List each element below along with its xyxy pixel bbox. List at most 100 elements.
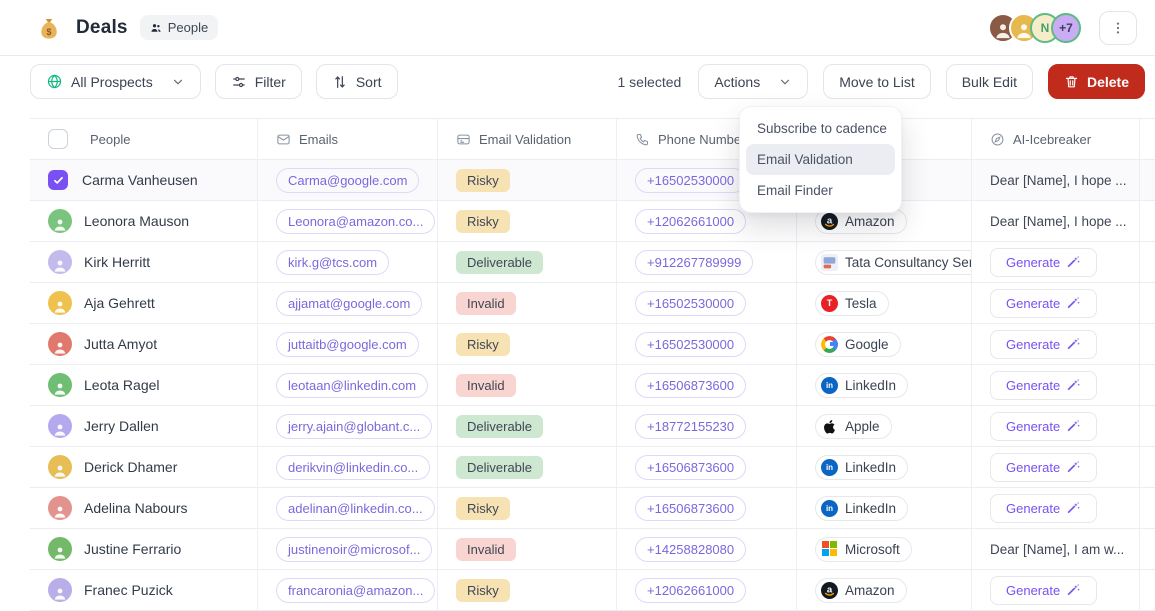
company-cell: inLinkedIn <box>797 488 972 528</box>
table-row[interactable]: Franec Puzickfrancaronia@amazon...Risky+… <box>30 570 1155 611</box>
generate-label: Generate <box>1006 501 1060 516</box>
generate-icebreaker-button[interactable]: Generate <box>990 453 1097 482</box>
email-pill[interactable]: Carma@google.com <box>276 168 419 193</box>
prospects-table: PeopleEmailsEmail ValidationPhone Number… <box>30 118 1155 611</box>
sort-button[interactable]: Sort <box>316 64 398 99</box>
validation-badge: Invalid <box>456 374 516 397</box>
generate-label: Generate <box>1006 419 1060 434</box>
generate-icebreaker-button[interactable]: Generate <box>990 494 1097 523</box>
phone-pill[interactable]: +16502530000 <box>635 332 746 357</box>
email-pill[interactable]: adelinan@linkedin.co... <box>276 496 435 521</box>
company-pill[interactable]: Tata Consultancy Services <box>815 250 972 275</box>
phone-cell: +14258828080 <box>617 529 797 569</box>
icebreaker-cell: Generate <box>972 570 1140 610</box>
email-pill[interactable]: francaronia@amazon... <box>276 578 435 603</box>
email-pill[interactable]: ajjamat@google.com <box>276 291 422 316</box>
table-row[interactable]: Jutta Amyotjuttaitb@google.comRisky+1650… <box>30 324 1155 365</box>
phone-pill[interactable]: +12062661000 <box>635 209 746 234</box>
google-logo-icon <box>821 336 838 353</box>
phone-pill[interactable]: +16506873600 <box>635 373 746 398</box>
phone-pill[interactable]: +14258828080 <box>635 537 746 562</box>
actions-dropdown-menu: Subscribe to cadenceEmail ValidationEmai… <box>739 106 902 213</box>
company-cell: Apple <box>797 406 972 446</box>
company-pill[interactable]: inLinkedIn <box>815 496 908 521</box>
company-pill[interactable]: inLinkedIn <box>815 373 908 398</box>
table-row[interactable]: Carma VanheusenCarma@google.comRisky+165… <box>30 160 1155 201</box>
icebreaker-text: Dear [Name], I am w... <box>990 542 1124 557</box>
email-pill[interactable]: justinenoir@microsof... <box>276 537 432 562</box>
user-avatar[interactable]: +7 <box>1051 13 1081 43</box>
company-pill[interactable]: aAmazon <box>815 578 907 603</box>
table-row[interactable]: Kirk Herrittkirk.g@tcs.comDeliverable+91… <box>30 242 1155 283</box>
table-row[interactable]: Derick Dhamer derikvin@linkedin.co... Deli… <box>30 447 1155 488</box>
generate-icebreaker-button[interactable]: Generate <box>990 412 1097 441</box>
company-pill[interactable]: inLinkedIn <box>815 455 908 480</box>
bulk-edit-button[interactable]: Bulk Edit <box>946 64 1033 99</box>
generate-icebreaker-button[interactable]: Generate <box>990 371 1097 400</box>
phone-pill[interactable]: +18772155230 <box>635 414 746 439</box>
generate-icebreaker-button[interactable]: Generate <box>990 576 1097 605</box>
email-cell: justinenoir@microsof... <box>258 529 438 569</box>
menu-item-email-validation[interactable]: Email Validation <box>746 144 895 175</box>
select-all-checkbox[interactable] <box>48 129 68 149</box>
phone-pill[interactable]: +16502530000 <box>635 168 746 193</box>
delete-button[interactable]: Delete <box>1048 64 1145 99</box>
globe-icon <box>46 73 63 90</box>
validation-cell: Risky <box>438 201 617 241</box>
company-pill[interactable]: Microsoft <box>815 537 912 562</box>
table-row[interactable]: Aja Gehrettajjamat@google.comInvalid+165… <box>30 283 1155 324</box>
generate-icebreaker-button[interactable]: Generate <box>990 248 1097 277</box>
people-cell: Leota Ragel <box>30 365 258 405</box>
move-to-list-button[interactable]: Move to List <box>823 64 930 99</box>
column-header-email-validation[interactable]: Email Validation <box>438 119 617 159</box>
email-cell: adelinan@linkedin.co... <box>258 488 438 528</box>
magic-wand-icon <box>1067 337 1081 351</box>
phone-pill[interactable]: +16506873600 <box>635 455 746 480</box>
email-cell: juttaitb@google.com <box>258 324 438 364</box>
people-cell: Derick Dhamer <box>30 447 258 487</box>
phone-pill[interactable]: +16502530000 <box>635 291 746 316</box>
view-selector-button[interactable]: All Prospects <box>30 64 201 99</box>
email-pill[interactable]: juttaitb@google.com <box>276 332 419 357</box>
validation-badge: Deliverable <box>456 456 543 479</box>
table-row[interactable]: Jerry Dallenjerry.ajain@globant.c...Deli… <box>30 406 1155 447</box>
company-cell: inLinkedIn <box>797 447 972 487</box>
menu-item-email-finder[interactable]: Email Finder <box>746 175 895 206</box>
company-pill[interactable]: Apple <box>815 414 892 439</box>
magic-wand-icon <box>1067 501 1081 515</box>
toolbar-right: 1 selected Actions Move to List Bulk Edi… <box>617 64 1145 99</box>
table-row[interactable]: Adelina Naboursadelinan@linkedin.co...Ri… <box>30 488 1155 529</box>
phone-pill[interactable]: +16506873600 <box>635 496 746 521</box>
column-header-people[interactable]: People <box>30 119 258 159</box>
email-pill[interactable]: jerry.ajain@globant.c... <box>276 414 432 439</box>
avatar <box>48 537 72 561</box>
email-pill[interactable]: Leonora@amazon.co... <box>276 209 435 234</box>
email-pill[interactable]: derikvin@linkedin.co... <box>276 455 430 480</box>
actions-button[interactable]: Actions <box>698 64 808 99</box>
email-pill[interactable]: leotaan@linkedin.com <box>276 373 428 398</box>
overflow-cell <box>1140 160 1155 200</box>
email-cell: kirk.g@tcs.com <box>258 242 438 282</box>
row-checkbox[interactable] <box>48 170 68 190</box>
generate-icebreaker-button[interactable]: Generate <box>990 289 1097 318</box>
table-row[interactable]: Leota Ragel leotaan@linkedin.com Invalid +1… <box>30 365 1155 406</box>
generate-icebreaker-button[interactable]: Generate <box>990 330 1097 359</box>
company-pill[interactable]: TTesla <box>815 291 889 316</box>
table-row[interactable]: Leonora MausonLeonora@amazon.co...Risky+… <box>30 201 1155 242</box>
people-cell: Jutta Amyot <box>30 324 258 364</box>
phone-pill[interactable]: +12062661000 <box>635 578 746 603</box>
money-bag-icon: $ <box>36 15 62 41</box>
column-header-ai-icebreaker[interactable]: AI-Icebreaker <box>972 119 1140 159</box>
column-label: Phone Number <box>658 132 745 147</box>
phone-pill[interactable]: +912267789999 <box>635 250 753 275</box>
more-options-button[interactable] <box>1099 11 1137 45</box>
company-pill[interactable]: Google <box>815 332 901 357</box>
menu-item-subscribe-to-cadence[interactable]: Subscribe to cadence <box>746 113 895 144</box>
validation-cell: Deliverable <box>438 242 617 282</box>
filter-button[interactable]: Filter <box>215 64 302 99</box>
column-header-emails[interactable]: Emails <box>258 119 438 159</box>
email-pill[interactable]: kirk.g@tcs.com <box>276 250 389 275</box>
company-cell: Tata Consultancy Services <box>797 242 972 282</box>
table-row[interactable]: Justine Ferrariojustinenoir@microsof...I… <box>30 529 1155 570</box>
email-cell: Leonora@amazon.co... <box>258 201 438 241</box>
